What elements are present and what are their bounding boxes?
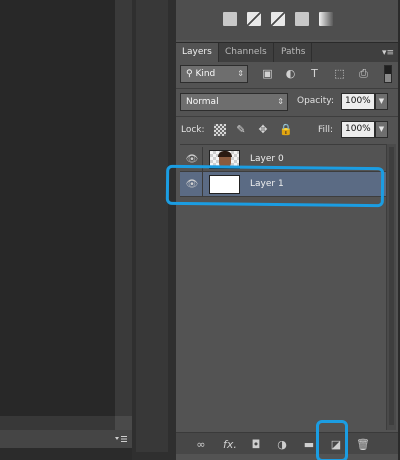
- layer-mask-icon[interactable]: ◘: [249, 438, 263, 451]
- lock-transparent-pixels-icon[interactable]: [214, 124, 226, 136]
- filter-kind-select[interactable]: ⚲ Kind ⇕: [180, 65, 248, 83]
- type-filter-icon[interactable]: T: [308, 67, 321, 80]
- new-group-icon[interactable]: ▬: [302, 438, 316, 451]
- annotation-highlight-new-layer: [316, 420, 348, 460]
- collapsed-panel-column: [136, 0, 168, 452]
- shape-filter-icon[interactable]: ⬚: [333, 67, 346, 80]
- canvas-vertical-scrollbar[interactable]: [115, 0, 132, 430]
- separator: [176, 116, 398, 117]
- panel-options-icon[interactable]: ▾≡: [382, 48, 394, 58]
- adjustment-layer-icon[interactable]: ◑: [275, 438, 289, 451]
- left-panel-footer: [0, 430, 132, 448]
- scrollbar-track: [389, 147, 394, 425]
- fx-icon[interactable]: fx.: [220, 438, 240, 451]
- fill-dropdown-icon[interactable]: ▼: [375, 121, 388, 138]
- gradient-map-icon[interactable]: [319, 12, 333, 26]
- tab-layers[interactable]: Layers: [176, 43, 219, 62]
- black-white-icon[interactable]: [295, 12, 309, 26]
- blend-mode-value: Normal: [186, 97, 219, 107]
- fill-input[interactable]: 100%: [341, 121, 375, 138]
- panel-tabs: Layers Channels Paths ▾≡: [176, 42, 398, 62]
- link-layers-icon[interactable]: ∞: [194, 438, 208, 451]
- annotation-highlight-layer-1: [165, 164, 385, 208]
- fill-label: Fill:: [318, 125, 334, 135]
- separator: [176, 88, 398, 89]
- layers-list-scrollbar[interactable]: [386, 144, 396, 430]
- layers-bottom-toolbar: ∞ fx. ◘ ◑ ▬ ◪ 🗑: [176, 432, 398, 454]
- opacity-dropdown-icon[interactable]: ▼: [375, 93, 388, 110]
- adjustment-filter-icon[interactable]: ◐: [284, 67, 297, 80]
- document-canvas-area: [0, 0, 115, 416]
- hue-saturation-icon[interactable]: [247, 12, 261, 26]
- lock-label: Lock:: [181, 125, 205, 135]
- delete-layer-icon[interactable]: 🗑: [356, 438, 370, 451]
- color-balance-icon[interactable]: [271, 12, 285, 26]
- chevron-updown-icon: ⇕: [277, 97, 284, 106]
- lock-all-icon[interactable]: 🔒: [279, 124, 293, 136]
- tab-channels[interactable]: Channels: [219, 43, 274, 62]
- layer-name[interactable]: Layer 0: [250, 154, 284, 164]
- opacity-label: Opacity:: [297, 96, 334, 106]
- filter-toggle-switch[interactable]: [384, 65, 392, 83]
- panel-divider: [132, 0, 176, 460]
- filter-kind-label: Kind: [195, 69, 216, 79]
- canvas-horizontal-scrollbar[interactable]: [0, 416, 115, 430]
- chevron-updown-icon: ⇕: [237, 69, 244, 78]
- vibrance-icon[interactable]: [223, 12, 237, 26]
- layer-filter-row: ⚲ Kind ⇕ ▣ ◐ T ⬚ ⎙: [176, 62, 398, 88]
- panel-menu-icon[interactable]: [114, 434, 128, 444]
- pixel-filter-icon[interactable]: ▣: [261, 67, 274, 80]
- smart-object-filter-icon[interactable]: ⎙: [357, 67, 370, 80]
- lock-image-pixels-icon[interactable]: ✎: [235, 124, 247, 136]
- opacity-input[interactable]: 100%: [341, 93, 375, 110]
- adjustments-icon-row: [176, 0, 398, 40]
- blend-mode-select[interactable]: Normal ⇕: [180, 93, 288, 111]
- lock-position-icon[interactable]: ✥: [257, 124, 269, 136]
- tab-paths[interactable]: Paths: [275, 43, 313, 62]
- scroll-corner: [115, 416, 132, 430]
- layers-panel: Layers Channels Paths ▾≡ ⚲ Kind ⇕ ▣ ◐ T …: [176, 0, 398, 460]
